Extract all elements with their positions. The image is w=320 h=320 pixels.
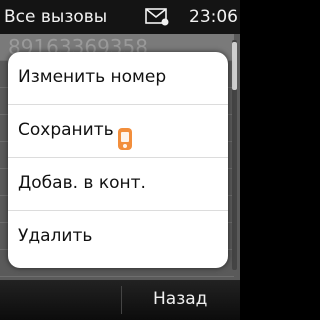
menu-item-label: Добав. в конт. xyxy=(18,173,146,193)
menu-item-edit-number[interactable]: Изменить номер xyxy=(8,52,228,105)
menu-item-delete[interactable]: Удалить xyxy=(8,211,228,263)
envelope-icon xyxy=(145,8,169,26)
menu-item-label: Удалить xyxy=(18,226,93,246)
clock: 23:06 xyxy=(189,7,238,27)
menu-item-add-to-contacts[interactable]: Добав. в конт. xyxy=(8,158,228,211)
menu-item-label: Сохранить xyxy=(18,120,114,140)
status-bar: Все вызовы 23:06 xyxy=(0,0,240,34)
screen-title: Все вызовы xyxy=(4,7,108,27)
softkey-divider xyxy=(121,286,122,314)
scrollbar-thumb[interactable] xyxy=(232,42,237,90)
menu-item-label: Изменить номер xyxy=(18,67,167,87)
softkey-bar: Назад xyxy=(0,280,240,320)
context-menu: Изменить номер Сохранить Добав. в конт. … xyxy=(8,52,228,268)
watermark-logo-icon xyxy=(106,122,146,162)
back-softkey[interactable]: Назад xyxy=(153,288,207,310)
